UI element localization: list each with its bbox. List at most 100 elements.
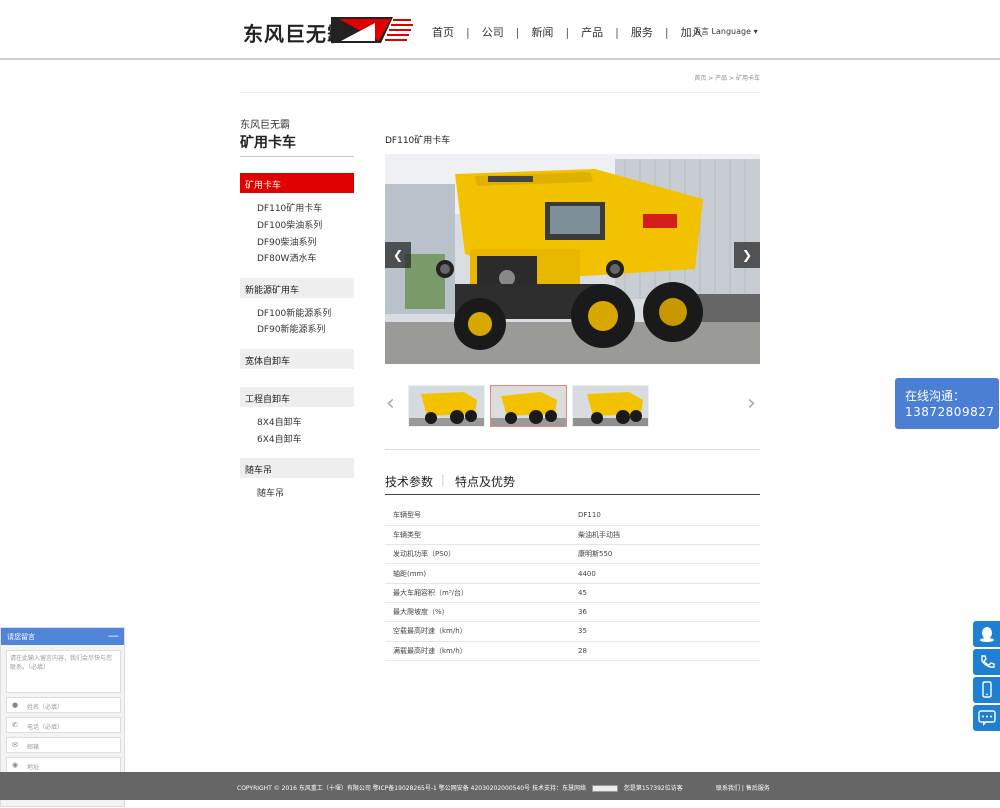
message-button[interactable] [973,705,1000,731]
table-row: 轴距(mm) 4400 [385,563,760,584]
footer-links[interactable]: 联系我们 | 售后服务 [716,783,770,792]
spec-label: 轴距(mm) [385,563,572,584]
mining-truck-image [385,154,760,364]
logo-emblem-icon [331,17,413,43]
spec-value: DF110 [572,506,760,526]
sidebar-item[interactable]: 随车吊 [257,486,284,499]
product-photo [385,154,760,364]
qq-icon [980,627,994,642]
message-widget-header: 请您留言 — [1,628,124,645]
visit-counter: 您是第157392位访客 [623,785,683,792]
chevron-down-icon: ▾ [753,27,758,36]
product-title: DF110矿用卡车 [385,136,451,146]
spec-table: 车辆型号 DF110 车辆类型 柴油机手动挡 发动机功率（PS0） 康明斯550 轴距… [385,506,760,661]
site-footer: COPYRIGHT © 2016 东风重工（十堰）有限公司 鄂ICP备19028… [0,772,1000,800]
language-label: 语言 Language [693,27,752,36]
thumbs-prev-button[interactable]: ‹ [386,393,395,415]
sidebar-item[interactable]: 6X4自卸车 [257,432,302,445]
spec-value: 36 [572,602,760,623]
email-input[interactable]: ✉ 邮箱 [6,737,121,753]
sidebar-item[interactable]: DF90新能源系列 [257,322,326,335]
chat-bubble-icon [978,710,996,726]
phone-icon: ✆ [12,721,18,729]
thumbnail-1[interactable] [408,385,485,427]
nav-service[interactable]: 服务 [629,24,655,40]
table-row: 发动机功率（PS0） 康明斯550 [385,544,760,565]
online-contact-phone: 13872809827 [905,405,995,419]
phone-placeholder: 电话（必填） [27,724,64,731]
table-row: 车辆型号 DF110 [385,506,760,526]
sidebar-title: 矿用卡车 [240,132,354,157]
name-placeholder: 姓名（必填） [27,704,64,711]
mail-icon: ✉ [12,741,18,749]
sidebar-category-wide-body[interactable]: 宽体自卸车 [240,349,354,369]
qq-chat-button[interactable] [973,621,1000,647]
language-selector[interactable]: 语言 Language ▾ [693,26,758,37]
sidebar-category-new-energy[interactable]: 新能源矿用车 [240,278,354,298]
table-row: 最大爬坡度（%） 36 [385,602,760,623]
sidebar-item[interactable]: DF100柴油系列 [257,218,322,231]
user-icon: ● [12,701,19,709]
mobile-icon [982,681,992,698]
sidebar-item[interactable]: 8X4自卸车 [257,415,302,428]
spec-label: 空载最高时速（km/h） [385,621,572,642]
spec-label: 最大爬坡度（%） [385,602,572,623]
sidebar-item[interactable]: DF90柴油系列 [257,235,317,248]
sidebar-item[interactable]: DF100新能源系列 [257,306,331,319]
photo-next-button[interactable]: ❯ [734,242,760,268]
address-input[interactable]: ◉ 地址 [6,757,121,773]
email-placeholder: 邮箱 [27,744,40,751]
spec-value: 28 [572,641,760,661]
main-nav: 首页 | 公司 | 新闻 | 产品 | 服务 | 加入 [430,24,703,40]
thumbnail-3[interactable] [572,385,649,427]
phone-button[interactable] [973,649,1000,675]
table-row: 满载最高时速（km/h） 28 [385,641,760,661]
minimize-button[interactable]: — [108,629,119,642]
message-widget-title: 请您留言 [7,633,35,641]
thumbs-next-button[interactable]: › [747,393,756,415]
nav-products[interactable]: 产品 [579,24,605,40]
nav-company[interactable]: 公司 [480,24,506,40]
table-row: 空载最高时速（km/h） 35 [385,621,760,642]
sidebar-subtitle: 东风巨无霸 [240,120,290,131]
spec-value: 康明斯550 [572,544,760,565]
spec-label: 发动机功率（PS0） [385,544,572,565]
address-placeholder: 地址 [27,764,40,771]
thumbnail-2[interactable] [490,385,567,427]
sidebar-category-mining-truck[interactable]: 矿用卡车 [240,173,354,193]
spec-label: 车辆类型 [385,525,572,546]
spec-value: 4400 [572,563,760,584]
phone-input[interactable]: ✆ 电话（必填） [6,717,121,733]
spec-value: 35 [572,621,760,642]
product-tabs: 技术参数 | 特点及优势 [385,472,760,495]
message-textarea[interactable]: 请在此输入留言内容，我们会尽快与您联系。（必填） [6,650,121,693]
nav-home[interactable]: 首页 [430,24,456,40]
online-contact-label: 在线沟通： [905,389,966,403]
cnzz-badge-icon [591,785,618,792]
photo-prev-button[interactable]: ❮ [385,242,411,268]
table-row: 最大车厢容积（m³/台） 45 [385,583,760,603]
spec-value: 柴油机手动挡 [572,525,760,546]
online-contact-panel[interactable]: 在线沟通： 13872809827 [895,378,999,429]
spec-label: 最大车厢容积（m³/台） [385,583,572,603]
site-logo[interactable]: 东风巨无霸 [243,14,413,46]
section-divider [385,449,760,450]
sidebar-item[interactable]: DF80W洒水车 [257,251,316,264]
mobile-button[interactable] [973,677,1000,703]
location-pin-icon: ◉ [12,761,19,769]
breadcrumb: 首页 > 产品 > 矿用卡车 [240,73,760,93]
nav-news[interactable]: 新闻 [529,24,555,40]
sidebar-category-crane[interactable]: 随车吊 [240,458,354,478]
name-input[interactable]: ● 姓名（必填） [6,697,121,713]
spec-label: 车辆型号 [385,506,572,526]
spec-label: 满载最高时速（km/h） [385,641,572,661]
sidebar-item[interactable]: DF110矿用卡车 [257,201,322,214]
sidebar-category-engineering[interactable]: 工程自卸车 [240,387,354,407]
tab-tech-params[interactable]: 技术参数 [385,473,433,490]
tab-features[interactable]: 特点及优势 [455,473,515,490]
spec-value: 45 [572,583,760,603]
site-header: 东风巨无霸 首页 | 公司 | 新闻 | 产品 | 服务 | 加入 语言 Lan… [0,0,1000,60]
phone-icon [981,655,995,668]
footer-copyright: COPYRIGHT © 2016 东风重工（十堰）有限公司 鄂ICP备19028… [237,785,683,792]
table-row: 车辆类型 柴油机手动挡 [385,525,760,546]
